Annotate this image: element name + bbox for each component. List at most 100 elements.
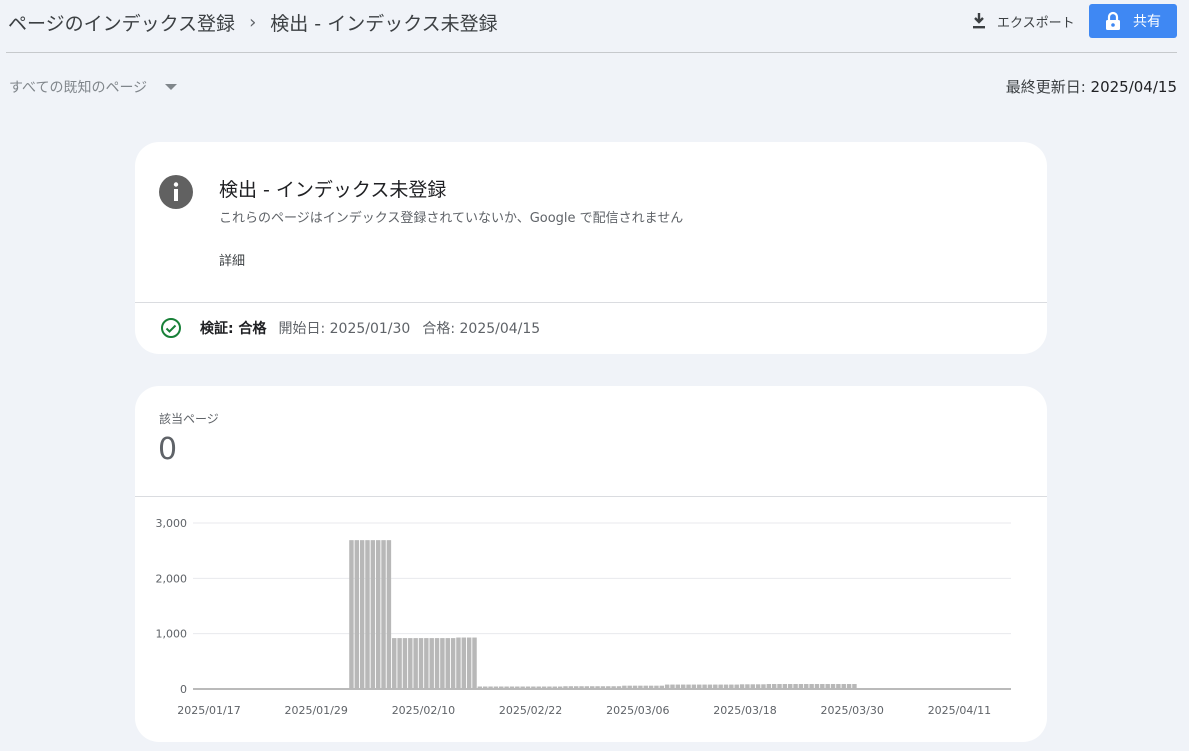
chart-bar[interactable] [354, 540, 360, 689]
chart-bar[interactable] [777, 684, 782, 689]
chart-bar[interactable] [370, 540, 376, 689]
chart-bar[interactable] [520, 686, 525, 689]
chart-bar[interactable] [611, 686, 616, 689]
chart-bar[interactable] [477, 686, 483, 689]
export-button[interactable]: エクスポート [970, 8, 1075, 34]
chart-bar[interactable] [536, 686, 541, 689]
chart-bar[interactable] [584, 686, 590, 689]
chart-bar[interactable] [809, 684, 814, 689]
chart-bar[interactable] [750, 684, 755, 689]
chart-bar[interactable] [359, 540, 365, 689]
chart-bar[interactable] [729, 684, 734, 689]
chart-bar[interactable] [418, 638, 424, 689]
chart-bar[interactable] [466, 637, 472, 689]
chart-bar[interactable] [461, 637, 467, 689]
chart-bar[interactable] [648, 685, 654, 689]
chart-bar[interactable] [402, 638, 408, 689]
chart-bar[interactable] [686, 684, 691, 689]
chart-bar[interactable] [761, 684, 766, 689]
chart-bar[interactable] [702, 684, 707, 689]
chart-bar[interactable] [375, 540, 381, 689]
chart-bar[interactable] [531, 686, 536, 689]
chart-bar[interactable] [552, 686, 558, 689]
chart-bar[interactable] [739, 684, 745, 689]
chart-bar[interactable] [499, 686, 504, 689]
chart-bar[interactable] [557, 686, 563, 689]
chart-bar[interactable] [745, 684, 750, 689]
chart-bar[interactable] [590, 686, 595, 689]
chart-bar[interactable] [349, 540, 354, 689]
chart-bar[interactable] [755, 684, 761, 689]
chart-bar[interactable] [488, 686, 493, 689]
chart-bar[interactable] [798, 684, 804, 689]
chart-bar[interactable] [787, 684, 793, 689]
chart-bar[interactable] [836, 684, 841, 689]
chart-bar[interactable] [723, 684, 729, 689]
chart-bar[interactable] [547, 686, 552, 689]
chart-bar[interactable] [440, 638, 445, 689]
chart-bar[interactable] [424, 638, 429, 689]
chart-bar[interactable] [600, 686, 606, 689]
chart-bar[interactable] [515, 686, 520, 689]
chart-bar[interactable] [509, 686, 515, 689]
chart-bar[interactable] [841, 684, 846, 689]
chart-bar[interactable] [445, 638, 450, 689]
chart-bar[interactable] [579, 686, 584, 689]
chart-bar[interactable] [852, 684, 857, 689]
chart-bar[interactable] [632, 685, 638, 689]
chart-bar[interactable] [525, 686, 531, 689]
details-link[interactable]: 詳細 [219, 250, 245, 269]
chart-bar[interactable] [820, 684, 825, 689]
chart-bar[interactable] [493, 686, 499, 689]
chart-bar[interactable] [707, 684, 713, 689]
chart-bar[interactable] [434, 638, 440, 689]
chart-bar[interactable] [680, 684, 686, 689]
chart-bar[interactable] [622, 685, 627, 689]
breadcrumb-parent-link[interactable]: ページのインデックス登録 [8, 9, 235, 36]
chart-bar[interactable] [627, 685, 632, 689]
chart-bar[interactable] [830, 684, 836, 689]
page-filter-dropdown[interactable]: すべての既知のページ [9, 76, 178, 98]
chart-bar[interactable] [381, 540, 386, 689]
chart-bar[interactable] [386, 540, 392, 689]
chart-bar[interactable] [638, 685, 643, 689]
chart-bar[interactable] [825, 684, 830, 689]
chart-bar[interactable] [664, 684, 670, 689]
chart-bar[interactable] [595, 686, 600, 689]
chart-bar[interactable] [670, 684, 675, 689]
chart-bar[interactable] [392, 638, 397, 689]
chart-bar[interactable] [782, 684, 788, 689]
chart-bar[interactable] [606, 686, 611, 689]
chart-bar[interactable] [643, 685, 648, 689]
chart-bar[interactable] [450, 638, 456, 689]
chart-bar[interactable] [718, 684, 723, 689]
chart-bar[interactable] [397, 638, 402, 689]
chart-bar[interactable] [413, 638, 418, 689]
chart-bar[interactable] [713, 684, 718, 689]
chart-bar[interactable] [408, 638, 413, 689]
chart-bar[interactable] [472, 637, 477, 689]
chart-bar[interactable] [766, 684, 772, 689]
chart-bar[interactable] [563, 686, 568, 689]
chart-bar[interactable] [504, 686, 509, 689]
chart-bar[interactable] [675, 684, 681, 689]
chart-bar[interactable] [804, 684, 809, 689]
chart-bar[interactable] [429, 638, 434, 689]
share-button[interactable]: 共有 [1089, 4, 1177, 38]
chart-bar[interactable] [771, 684, 777, 689]
chart-bar[interactable] [456, 637, 461, 689]
chart-bar[interactable] [659, 685, 665, 689]
chart-bar[interactable] [654, 685, 659, 689]
chart-bar[interactable] [616, 686, 622, 689]
chart-bar[interactable] [814, 684, 820, 689]
chart-bar[interactable] [793, 684, 798, 689]
chart-bar[interactable] [734, 684, 739, 689]
chart-bar[interactable] [691, 684, 697, 689]
chart-bar[interactable] [846, 684, 852, 689]
chart-bar[interactable] [482, 686, 488, 689]
chart-bar[interactable] [541, 686, 547, 689]
chart-bar[interactable] [697, 684, 702, 689]
chart-bar[interactable] [568, 686, 574, 689]
chart-bar[interactable] [573, 686, 579, 689]
chart-bar[interactable] [365, 540, 370, 689]
